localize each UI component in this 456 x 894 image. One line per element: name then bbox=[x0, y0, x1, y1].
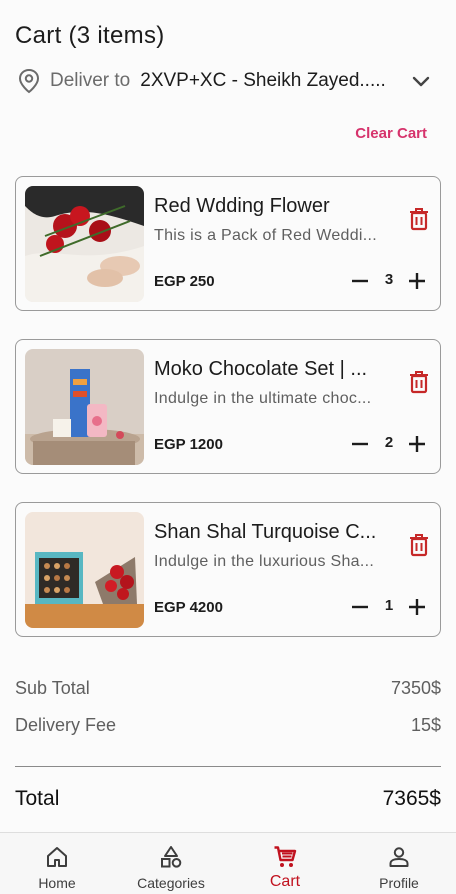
nav-label: Cart bbox=[269, 873, 301, 890]
home-icon bbox=[45, 845, 69, 869]
product-name: Red Wdding Flower bbox=[154, 195, 330, 217]
cart-item: Shan Shal Turquoise C... Indulge in the … bbox=[15, 502, 441, 637]
nav-item-cart[interactable]: Cart bbox=[228, 833, 342, 894]
item-quantity: 1 bbox=[384, 597, 394, 614]
product-name: Shan Shal Turquoise C... bbox=[154, 521, 377, 543]
deliver-to-label: Deliver to bbox=[50, 70, 131, 91]
delivery-address-selector[interactable]: Deliver to 2XVP+XC - Sheikh Zayed..... bbox=[16, 66, 440, 96]
nav-item-home[interactable]: Home bbox=[0, 833, 114, 894]
trash-icon[interactable] bbox=[408, 207, 430, 231]
product-description: Indulge in the luxurious Sha... bbox=[154, 553, 375, 570]
summary-divider bbox=[15, 766, 441, 767]
total-label: Total bbox=[15, 787, 60, 810]
product-price: EGP 1200 bbox=[154, 436, 223, 453]
nav-label: Home bbox=[38, 875, 76, 891]
delivery-fee-label: Delivery Fee bbox=[15, 715, 117, 735]
nav-item-profile[interactable]: Profile bbox=[342, 833, 456, 894]
bottom-navigation: Home Categories Cart Profile bbox=[0, 832, 456, 894]
delivery-fee-value: 15$ bbox=[410, 715, 441, 735]
delivery-address: 2XVP+XC - Sheikh Zayed..... bbox=[140, 70, 386, 91]
subtotal-label: Sub Total bbox=[15, 678, 90, 698]
item-quantity: 3 bbox=[384, 271, 394, 288]
product-price: EGP 4200 bbox=[154, 599, 223, 616]
cart-icon bbox=[273, 845, 297, 869]
increase-quantity-button[interactable] bbox=[406, 433, 428, 455]
location-pin-icon bbox=[16, 67, 42, 95]
increase-quantity-button[interactable] bbox=[406, 270, 428, 292]
profile-icon bbox=[387, 845, 411, 869]
increase-quantity-button[interactable] bbox=[406, 596, 428, 618]
cart-item: Moko Chocolate Set | ... Indulge in the … bbox=[15, 339, 441, 474]
trash-icon[interactable] bbox=[408, 370, 430, 394]
product-description: Indulge in the ultimate choc... bbox=[154, 390, 372, 407]
total-value: 7365$ bbox=[382, 787, 441, 810]
product-price: EGP 250 bbox=[154, 273, 215, 290]
product-image bbox=[25, 186, 144, 302]
decrease-quantity-button[interactable] bbox=[349, 270, 371, 292]
cart-item: Red Wdding Flower This is a Pack of Red … bbox=[15, 176, 441, 311]
page-title: Cart (3 items) bbox=[15, 22, 165, 49]
chevron-down-icon[interactable] bbox=[410, 70, 432, 92]
subtotal-value: 7350$ bbox=[390, 678, 441, 698]
delivery-fee-row: Delivery Fee 15$ bbox=[15, 715, 441, 736]
nav-label: Profile bbox=[379, 875, 419, 891]
nav-item-categories[interactable]: Categories bbox=[114, 833, 228, 894]
clear-cart-button[interactable]: Clear Cart bbox=[355, 125, 427, 142]
item-quantity: 2 bbox=[384, 434, 394, 451]
trash-icon[interactable] bbox=[408, 533, 430, 557]
decrease-quantity-button[interactable] bbox=[349, 433, 371, 455]
product-description: This is a Pack of Red Weddi... bbox=[154, 227, 378, 244]
subtotal-row: Sub Total 7350$ bbox=[15, 678, 441, 699]
product-name: Moko Chocolate Set | ... bbox=[154, 358, 368, 380]
product-image bbox=[25, 512, 144, 628]
nav-label: Categories bbox=[137, 875, 205, 891]
categories-icon bbox=[159, 845, 183, 869]
total-row: Total 7365$ bbox=[15, 787, 441, 811]
decrease-quantity-button[interactable] bbox=[349, 596, 371, 618]
product-image bbox=[25, 349, 144, 465]
